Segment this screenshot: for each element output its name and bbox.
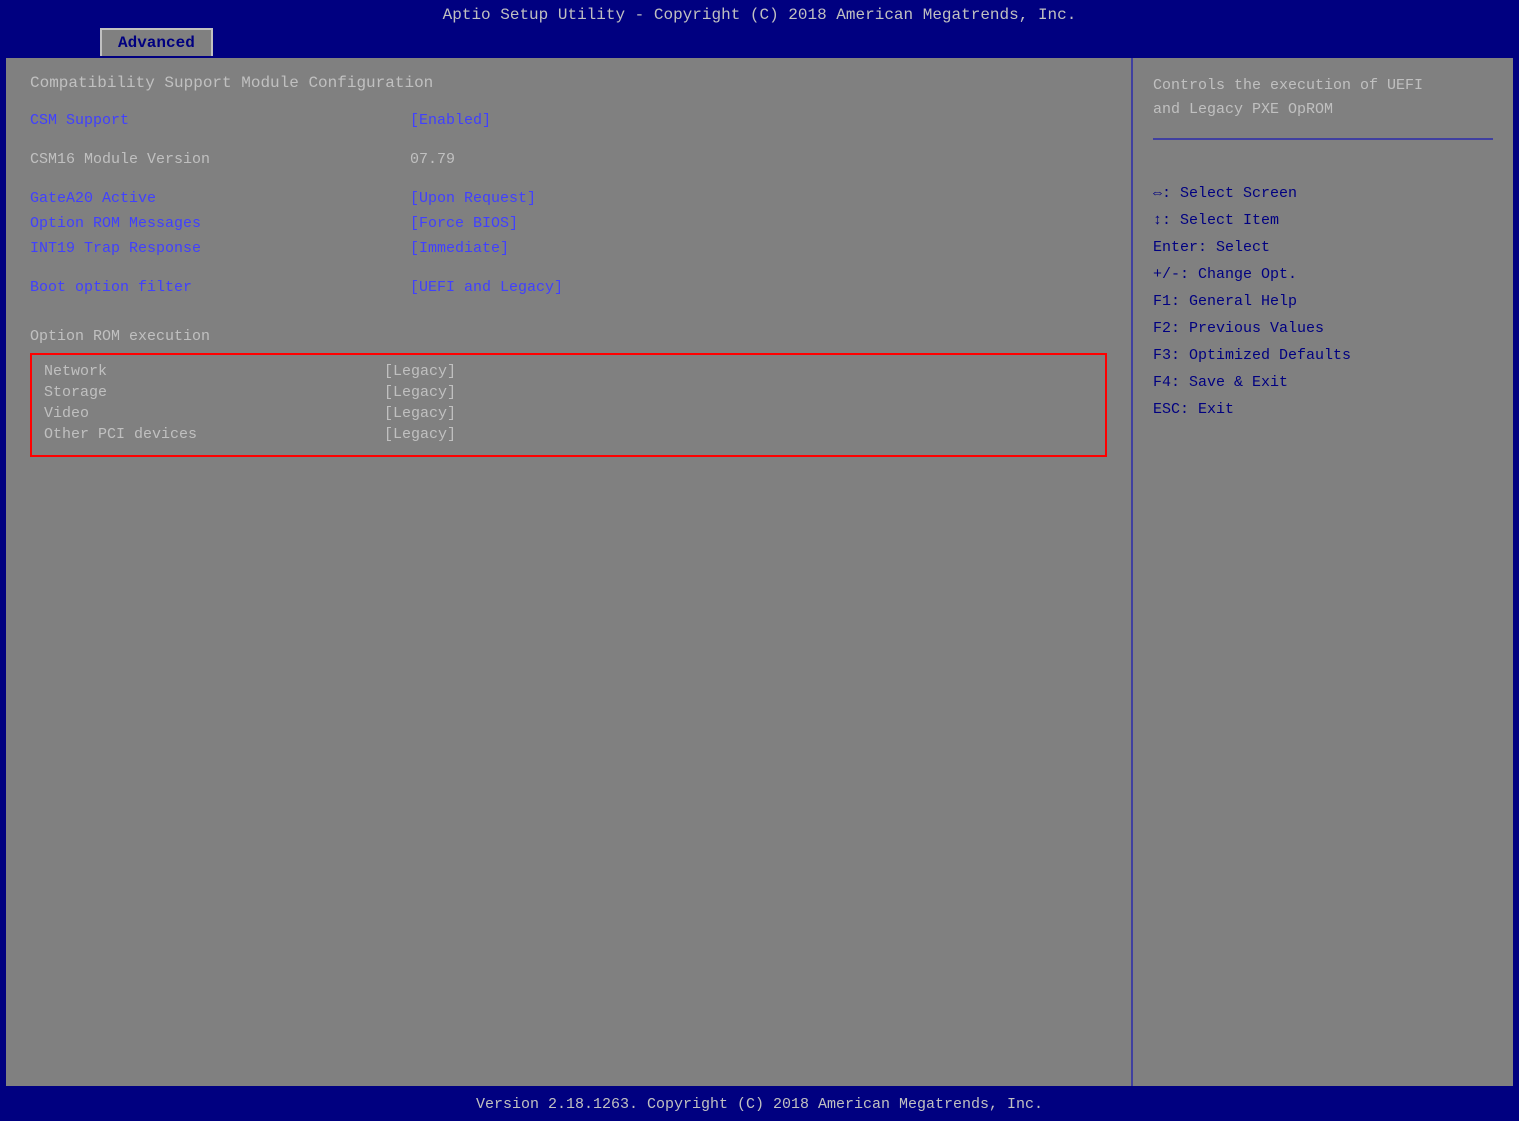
key-change-opt: +/-: Change Opt.: [1153, 261, 1493, 288]
other-pci-label: Other PCI devices: [44, 426, 384, 443]
right-help-text: Controls the execution of UEFIand Legacy…: [1153, 74, 1493, 140]
csm-support-row[interactable]: CSM Support [Enabled]: [30, 112, 1107, 129]
key-f3: F3: Optimized Defaults: [1153, 342, 1493, 369]
tab-bar: Advanced: [0, 24, 1519, 56]
option-rom-section: Option ROM execution Network [Legacy] St…: [30, 328, 1107, 457]
key-f4: F4: Save & Exit: [1153, 369, 1493, 396]
title-bar: Aptio Setup Utility - Copyright (C) 2018…: [0, 0, 1519, 24]
video-value: [Legacy]: [384, 405, 456, 422]
key-select-screen: ⇔: Select Screen: [1153, 180, 1493, 207]
key-enter-select: Enter: Select: [1153, 234, 1493, 261]
footer: Version 2.18.1263. Copyright (C) 2018 Am…: [0, 1088, 1519, 1121]
storage-value: [Legacy]: [384, 384, 456, 401]
csm16-module-label: CSM16 Module Version: [30, 151, 410, 168]
boot-option-filter-row[interactable]: Boot option filter [UEFI and Legacy]: [30, 279, 1107, 296]
int19-trap-label: INT19 Trap Response: [30, 240, 410, 257]
csm-support-label: CSM Support: [30, 112, 410, 129]
csm-support-value: [Enabled]: [410, 112, 491, 129]
app: Aptio Setup Utility - Copyright (C) 2018…: [0, 0, 1519, 1121]
boot-option-filter-value: [UEFI and Legacy]: [410, 279, 563, 296]
left-panel: Compatibility Support Module Configurati…: [6, 58, 1133, 1086]
gatea20-row[interactable]: GateA20 Active [Upon Request]: [30, 190, 1107, 207]
network-value: [Legacy]: [384, 363, 456, 380]
gatea20-label: GateA20 Active: [30, 190, 410, 207]
option-rom-messages-row[interactable]: Option ROM Messages [Force BIOS]: [30, 215, 1107, 232]
option-rom-messages-label: Option ROM Messages: [30, 215, 410, 232]
csm16-module-value: 07.79: [410, 151, 455, 168]
network-label: Network: [44, 363, 384, 380]
title-text: Aptio Setup Utility - Copyright (C) 2018…: [443, 6, 1077, 24]
right-help-section: Controls the execution of UEFIand Legacy…: [1153, 74, 1493, 160]
section-title: Compatibility Support Module Configurati…: [30, 74, 1107, 92]
right-panel: Controls the execution of UEFIand Legacy…: [1133, 58, 1513, 1086]
storage-label: Storage: [44, 384, 384, 401]
gatea20-value: [Upon Request]: [410, 190, 536, 207]
key-f1: F1: General Help: [1153, 288, 1493, 315]
other-pci-row[interactable]: Other PCI devices [Legacy]: [44, 426, 1093, 443]
csm16-module-row: CSM16 Module Version 07.79: [30, 151, 1107, 168]
option-rom-execution-label: Option ROM execution: [30, 328, 1107, 345]
boot-option-filter-label: Boot option filter: [30, 279, 410, 296]
right-keys-section: ⇔: Select Screen ↕: Select Item Enter: S…: [1153, 160, 1493, 1070]
key-help: ⇔: Select Screen ↕: Select Item Enter: S…: [1153, 180, 1493, 423]
option-rom-messages-value: [Force BIOS]: [410, 215, 518, 232]
main-area: Compatibility Support Module Configurati…: [4, 56, 1515, 1088]
video-label: Video: [44, 405, 384, 422]
footer-text: Version 2.18.1263. Copyright (C) 2018 Am…: [476, 1096, 1043, 1113]
int19-trap-value: [Immediate]: [410, 240, 509, 257]
network-row[interactable]: Network [Legacy]: [44, 363, 1093, 380]
key-esc: ESC: Exit: [1153, 396, 1493, 423]
advanced-tab[interactable]: Advanced: [100, 28, 213, 56]
video-row[interactable]: Video [Legacy]: [44, 405, 1093, 422]
int19-trap-row[interactable]: INT19 Trap Response [Immediate]: [30, 240, 1107, 257]
key-select-item: ↕: Select Item: [1153, 207, 1493, 234]
key-f2: F2: Previous Values: [1153, 315, 1493, 342]
storage-row[interactable]: Storage [Legacy]: [44, 384, 1093, 401]
other-pci-value: [Legacy]: [384, 426, 456, 443]
selected-box: Network [Legacy] Storage [Legacy] Video …: [30, 353, 1107, 457]
right-flex: Controls the execution of UEFIand Legacy…: [1153, 74, 1493, 1070]
